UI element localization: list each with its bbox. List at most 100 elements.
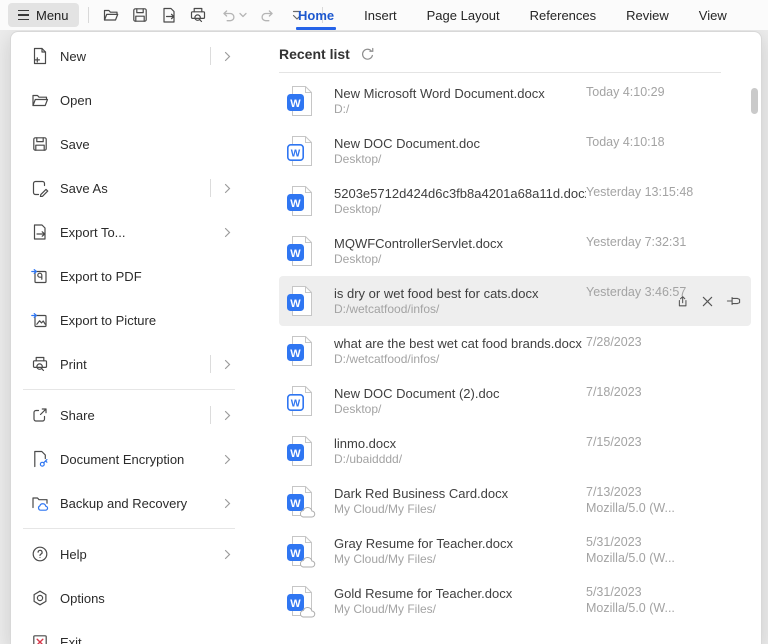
menu-item-help[interactable]: Help — [11, 532, 247, 576]
menu-item-export-to[interactable]: Export To... — [11, 210, 247, 254]
remove-from-list-button[interactable] — [701, 295, 714, 308]
menu-item-label: Export to Picture — [60, 312, 157, 328]
menu-item-label: New — [60, 48, 87, 64]
save-button[interactable] — [127, 3, 153, 27]
file-name: New DOC Document (2).doc — [334, 386, 500, 401]
recent-file-row[interactable]: linmo.docx D:/ubaidddd/ 7/15/2023 — [279, 426, 751, 476]
open-button[interactable] — [98, 3, 124, 27]
menu-item-open[interactable]: Open — [11, 78, 247, 122]
recent-file-row[interactable]: Gray Resume for Teacher.docx My Cloud/My… — [279, 526, 751, 576]
docx-file-icon — [286, 435, 314, 467]
undo-button[interactable] — [214, 3, 252, 27]
recent-file-list: New Microsoft Word Document.docx D:/ Tod… — [279, 76, 751, 626]
menu-item-exit[interactable]: Exit — [11, 620, 247, 644]
file-time: 7/13/2023 — [586, 485, 642, 499]
recent-list-header: Recent list — [279, 45, 761, 63]
redo-icon — [260, 10, 273, 22]
menu-item-share[interactable]: Share — [11, 393, 247, 437]
split-divider — [210, 355, 211, 373]
recent-file-row[interactable]: MQWFControllerServlet.docx Desktop/ Yest… — [279, 226, 751, 276]
recent-file-row[interactable]: what are the best wet cat food brands.do… — [279, 326, 751, 376]
menu-item-label: Save — [60, 136, 90, 152]
hamburger-icon — [18, 9, 29, 21]
menu-item-options[interactable]: Options — [11, 576, 247, 620]
menu-item-new[interactable]: New — [11, 34, 247, 78]
menu-item-label: Export To... — [60, 224, 126, 240]
row-actions — [675, 294, 741, 308]
help-icon — [31, 545, 49, 563]
export-picture-icon — [31, 311, 49, 329]
file-time: 5/31/2023 — [586, 535, 642, 549]
file-time: Yesterday 13:15:48 — [586, 185, 694, 199]
docx-file-icon — [286, 185, 314, 217]
recent-file-row[interactable]: New Microsoft Word Document.docx D:/ Tod… — [279, 76, 751, 126]
file-path: D:/ubaidddd/ — [334, 452, 403, 466]
file-path: My Cloud/My Files/ — [334, 552, 437, 566]
file-time: 7/28/2023 — [586, 335, 642, 349]
file-time: 5/31/2023 — [586, 585, 642, 599]
export-pdf-icon — [31, 267, 49, 285]
menu-item-label: Open — [60, 92, 92, 108]
chevron-right-icon — [224, 183, 231, 194]
redo-button[interactable] — [255, 3, 281, 27]
file-name: is dry or wet food best for cats.docx — [334, 286, 539, 301]
tab-references[interactable]: References — [530, 0, 596, 30]
menu-item-save-as[interactable]: Save As — [11, 166, 247, 210]
menu-item-export-to-picture[interactable]: Export to Picture — [11, 298, 247, 342]
menu-item-label: Help — [60, 546, 87, 562]
titlebar: Menu Home Insert Page Layout References … — [0, 0, 768, 30]
file-time: Yesterday 3:46:57 — [586, 285, 687, 299]
exit-icon — [31, 633, 49, 644]
file-time: 7/15/2023 — [586, 435, 642, 449]
docx-cloud-file-icon — [286, 535, 314, 567]
tab-view[interactable]: View — [699, 0, 727, 30]
doc-file-icon — [286, 135, 314, 167]
export-to-icon — [31, 223, 49, 241]
menu-item-label: Save As — [60, 180, 108, 196]
recent-file-row[interactable]: Gold Resume for Teacher.docx My Cloud/My… — [279, 576, 751, 626]
recent-list-panel: Recent list New Microsoft Word Document.… — [247, 32, 761, 644]
file-name: what are the best wet cat food brands.do… — [334, 336, 582, 351]
menu-item-label: Options — [60, 590, 105, 606]
recent-file-row[interactable]: Dark Red Business Card.docx My Cloud/My … — [279, 476, 751, 526]
print-preview-icon — [190, 7, 205, 23]
share-file-button[interactable] — [675, 294, 689, 308]
print-icon — [31, 355, 49, 373]
document-encryption-icon — [31, 450, 49, 468]
docx-file-icon — [286, 235, 314, 267]
menu-item-label: Share — [60, 407, 95, 423]
tab-review[interactable]: Review — [626, 0, 669, 30]
file-name: New DOC Document.doc — [334, 136, 480, 151]
menu-item-print[interactable]: Print — [11, 342, 247, 386]
tab-home[interactable]: Home — [295, 0, 337, 30]
backup-recovery-icon — [31, 494, 49, 512]
menu-item-backup-and-recovery[interactable]: Backup and Recovery — [11, 481, 247, 525]
menu-item-export-to-pdf[interactable]: Export to PDF — [11, 254, 247, 298]
undo-icon — [222, 10, 235, 22]
docx-file-icon — [286, 335, 314, 367]
refresh-button[interactable] — [360, 47, 375, 62]
chevron-right-icon — [224, 227, 231, 238]
print-preview-button[interactable] — [185, 3, 211, 27]
file-path: D:/ — [334, 102, 350, 116]
options-icon — [31, 589, 49, 607]
recent-file-row-hovered[interactable]: is dry or wet food best for cats.docx D:… — [279, 276, 751, 326]
recent-file-row[interactable]: New DOC Document.doc Desktop/ Today 4:10… — [279, 126, 751, 176]
menu-item-label: Document Encryption — [60, 451, 185, 467]
tab-page-layout[interactable]: Page Layout — [427, 0, 500, 30]
tab-insert[interactable]: Insert — [364, 0, 397, 30]
menu-button[interactable]: Menu — [8, 3, 79, 27]
recent-file-row[interactable]: New DOC Document (2).doc Desktop/ 7/18/2… — [279, 376, 751, 426]
menu-item-save[interactable]: Save — [11, 122, 247, 166]
new-document-icon — [31, 47, 49, 65]
chevron-right-icon — [224, 359, 231, 370]
recent-scrollbar-thumb[interactable] — [751, 88, 758, 114]
file-time: Today 4:10:29 — [586, 85, 665, 99]
menu-item-document-encryption[interactable]: Document Encryption — [11, 437, 247, 481]
menu-item-label: Export to PDF — [60, 268, 142, 284]
export-button[interactable] — [156, 3, 182, 27]
chevron-right-icon — [224, 498, 231, 509]
file-name: Gold Resume for Teacher.docx — [334, 586, 513, 601]
pin-file-button[interactable] — [726, 294, 741, 308]
recent-file-row[interactable]: 5203e5712d424d6c3fb8a4201a68a11d.docx De… — [279, 176, 751, 226]
